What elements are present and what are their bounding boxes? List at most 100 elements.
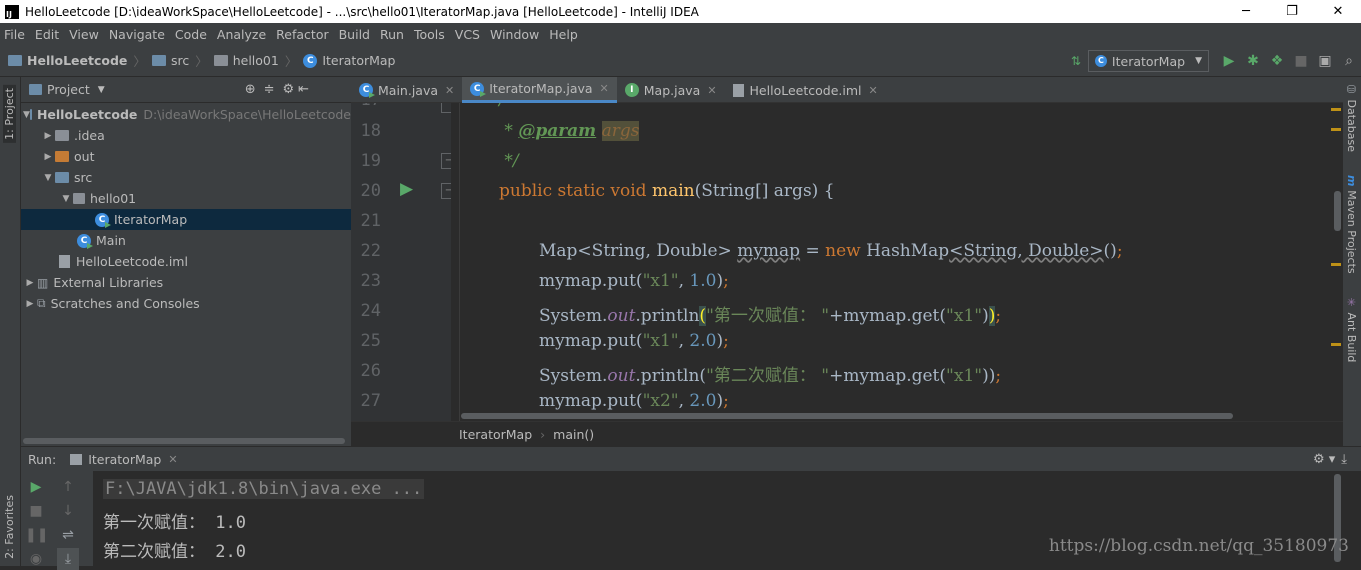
soft-wrap-icon[interactable]: ⇌ [57,524,79,546]
hide-panel-icon[interactable]: ⇤ [298,82,309,97]
scrollbar-thumb[interactable] [1334,191,1341,231]
tab-iteratormap-java[interactable]: C IteratorMap.java ✕ [462,77,617,103]
menu-code[interactable]: Code [175,27,207,42]
close-icon[interactable]: ✕ [600,82,609,95]
ant-build-tool-tab[interactable]: ✳ Ant Build [1345,296,1358,362]
chevron-right-icon[interactable]: ▶ [41,152,55,162]
maximize-button[interactable]: ❐ [1269,4,1315,19]
database-tool-tab[interactable]: ⛁ Database [1345,83,1358,152]
nav-crumb-class[interactable]: C IteratorMap [303,53,396,68]
editor-horizontal-scrollbar[interactable] [451,410,1331,421]
locate-file-icon[interactable]: ⊕ [245,82,256,97]
coverage-icon[interactable]: ❖ [1265,53,1289,69]
warning-stripe[interactable] [1331,108,1341,111]
tree-item-out[interactable]: ▶ out [21,146,351,167]
menu-build[interactable]: Build [339,27,370,42]
chevron-down-icon[interactable]: ▼ [23,110,30,120]
tree-item-src[interactable]: ▼ src [21,167,351,188]
tree-item-iteratormap[interactable]: C IteratorMap [21,209,351,230]
fold-icon[interactable]: − [441,183,451,199]
tree-item-scratches[interactable]: ▶ ⧉ Scratches and Consoles [21,293,351,314]
menu-view[interactable]: View [69,27,99,42]
fold-end-icon[interactable] [441,103,451,113]
tree-item-helloleetcode[interactable]: ▼ HelloLeetcode D:\ideaWorkSpace\HelloLeet… [21,104,351,125]
tree-item-iml[interactable]: HelloLeetcode.iml [21,251,351,272]
project-horizontal-scrollbar[interactable] [21,436,351,446]
tree-item-hello01[interactable]: ▼ hello01 [21,188,351,209]
tab-label: HelloLeetcode.iml [749,82,862,98]
class-icon: C [1094,55,1107,67]
scrollbar-thumb[interactable] [461,413,1233,419]
build-project-icon[interactable]: ⇅ [1064,54,1088,68]
chevron-right-icon[interactable]: ▶ [23,278,37,288]
breadcrumb-class[interactable]: IteratorMap [459,427,532,442]
project-structure-icon[interactable]: ▣ [1313,53,1337,69]
breadcrumb-method[interactable]: main() [553,427,594,442]
run-gutter-icon[interactable]: ▶ [400,179,413,199]
chevron-right-icon[interactable]: ▶ [41,131,55,141]
run-configuration-select[interactable]: C IteratorMap ▼ [1087,50,1209,72]
code-editor[interactable]: /** * @param args */ public static void … [451,103,1331,421]
chevron-down-icon[interactable]: ▼ [59,194,73,204]
editor-vertical-scrollbar[interactable] [1331,103,1343,421]
nav-crumb-package[interactable]: hello01 〉 [213,51,297,70]
menu-edit[interactable]: Edit [35,27,59,42]
line-number: 19 [360,151,381,171]
close-icon[interactable]: ✕ [868,84,877,97]
menu-refactor[interactable]: Refactor [276,27,328,42]
rerun-icon[interactable]: ▶ [25,476,47,498]
search-everywhere-icon[interactable]: ⌕ [1337,53,1361,69]
menu-tools[interactable]: Tools [414,27,445,42]
close-icon[interactable]: ✕ [168,453,177,466]
line-number: 25 [360,331,381,351]
gear-icon[interactable]: ⚙ ▾ [1313,452,1335,467]
fold-icon[interactable]: − [441,153,451,169]
warning-stripe[interactable] [1331,343,1341,346]
minimize-button[interactable]: ─ [1223,4,1269,19]
close-icon[interactable]: ✕ [707,84,716,97]
menu-vcs[interactable]: VCS [455,27,480,42]
tree-item-main[interactable]: C Main [21,230,351,251]
menu-analyze[interactable]: Analyze [217,27,266,42]
tree-item-idea[interactable]: ▶ .idea [21,125,351,146]
project-view-label[interactable]: Project [47,82,90,97]
menu-file[interactable]: File [4,27,25,42]
debug-icon[interactable]: ✱ [1241,53,1265,69]
chevron-down-icon[interactable]: ▼ [98,85,105,95]
project-tool-tab[interactable]: 1: Project [3,85,16,143]
run-tab-iteratormap[interactable]: IteratorMap ✕ [70,452,178,467]
pause-icon[interactable]: ❚❚ [25,524,48,546]
favorites-tool-tab[interactable]: 2: Favorites [3,495,16,559]
menu-run[interactable]: Run [380,27,404,42]
tab-helloleetcode-iml[interactable]: HelloLeetcode.iml ✕ [725,77,886,103]
warning-stripe[interactable] [1331,128,1341,131]
maven-tool-tab[interactable]: m Maven Projects [1345,175,1358,274]
hide-panel-icon[interactable]: ⤓ [1341,452,1347,467]
scrollbar-thumb[interactable] [23,438,345,444]
tab-label: Map.java [643,82,701,98]
close-icon[interactable]: ✕ [445,84,454,97]
scroll-down-icon[interactable]: ↓ [57,500,79,522]
tab-main-java[interactable]: C Main.java ✕ [351,77,462,103]
menu-window[interactable]: Window [490,27,539,42]
chevron-down-icon[interactable]: ▼ [41,173,55,183]
close-button[interactable]: ✕ [1315,4,1361,19]
menu-navigate[interactable]: Navigate [109,27,165,42]
nav-crumb-src[interactable]: src 〉 [151,51,208,70]
collapse-all-icon[interactable]: ≑ [264,82,275,97]
scroll-up-icon[interactable]: ↑ [57,476,79,498]
stop-icon[interactable]: ■ [1289,53,1313,69]
dump-threads-icon[interactable]: ◉ [25,548,47,570]
chevron-right-icon[interactable]: ▶ [23,299,37,309]
editor-gutter[interactable]: 17 18 19 20 21 22 23 24 25 26 27 ▶ − − [351,103,451,421]
stop-icon[interactable]: ■ [25,500,47,522]
scroll-to-end-icon[interactable]: ⤓ [57,548,79,570]
menu-help[interactable]: Help [549,27,578,42]
gear-icon[interactable]: ⚙ [283,82,295,97]
class-icon: C [359,83,375,98]
tab-map-java[interactable]: I Map.java ✕ [617,77,725,103]
run-icon[interactable]: ▶ [1217,53,1241,69]
warning-stripe[interactable] [1331,263,1341,266]
tree-item-external-libraries[interactable]: ▶ ▥ External Libraries [21,272,351,293]
nav-crumb-project[interactable]: HelloLeetcode 〉 [8,51,146,70]
